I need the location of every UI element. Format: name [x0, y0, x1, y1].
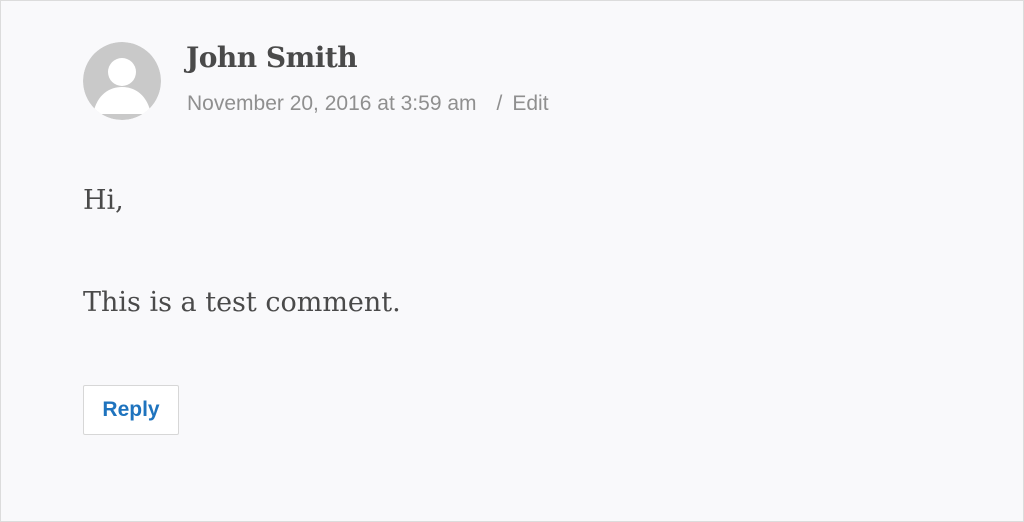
default-avatar-icon — [83, 42, 161, 120]
comment-author: John Smith — [186, 41, 358, 74]
edit-link[interactable]: Edit — [512, 92, 548, 115]
comment-card: John Smith November 20, 2016 at 3:59 am /… — [0, 0, 1024, 522]
comment-body-line-2: This is a test comment. — [83, 287, 401, 318]
reply-button[interactable]: Reply — [83, 385, 179, 435]
comment-date[interactable]: November 20, 2016 at 3:59 am — [187, 92, 477, 115]
avatar — [83, 42, 161, 120]
comment-meta: November 20, 2016 at 3:59 am / Edit — [187, 92, 549, 116]
meta-separator: / — [496, 92, 503, 115]
comment-body-line-1: Hi, — [83, 185, 124, 216]
